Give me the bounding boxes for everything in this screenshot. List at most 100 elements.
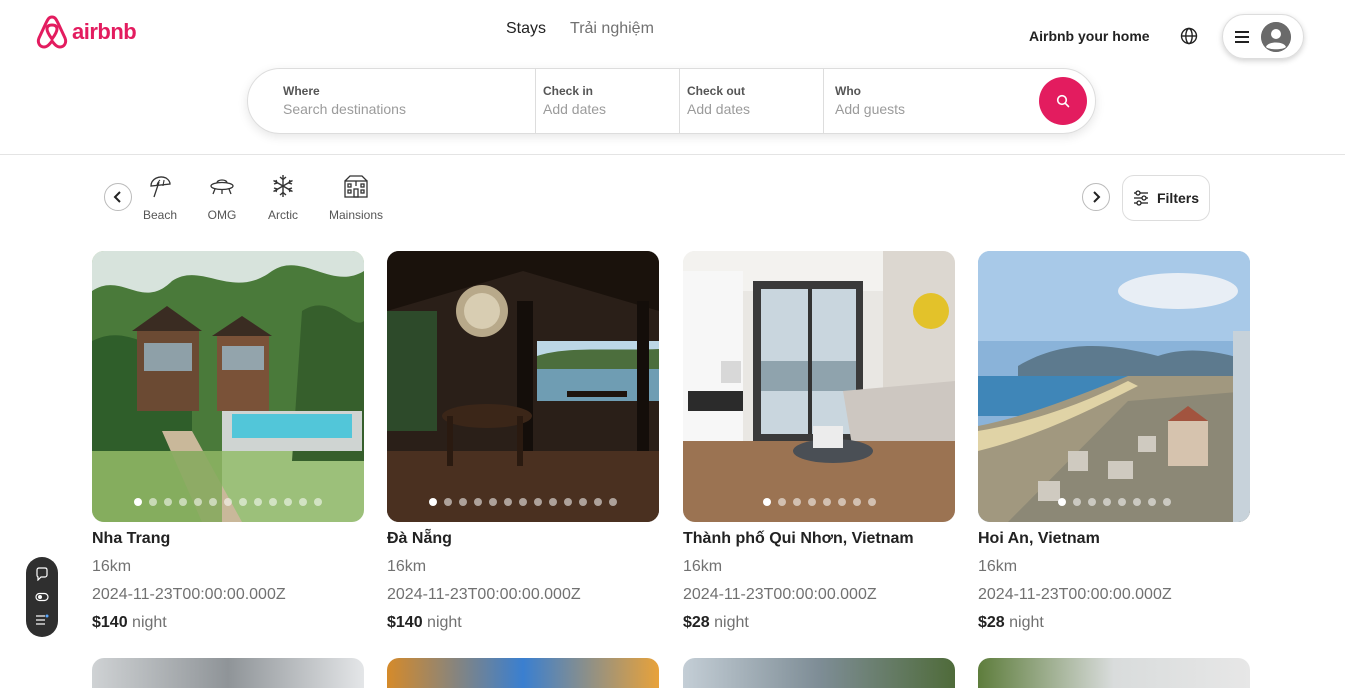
carousel-dot[interactable] — [609, 498, 617, 506]
listing-photo[interactable] — [92, 251, 364, 522]
listing-title: Đà Nẵng — [387, 530, 452, 547]
listing-price: $28 night — [978, 614, 1250, 632]
category-label: Arctic — [268, 208, 298, 222]
listing-photo[interactable] — [387, 251, 659, 522]
listing-date: 2024-11-23T00:00:00.000Z — [978, 586, 1172, 603]
carousel-dot[interactable] — [459, 498, 467, 506]
carousel-dot[interactable] — [444, 498, 452, 506]
carousel-dot[interactable] — [1087, 498, 1096, 506]
carousel-dot[interactable] — [777, 498, 786, 506]
carousel-dot[interactable] — [474, 498, 482, 506]
filters-button[interactable]: Filters — [1122, 175, 1210, 221]
listing-distance: 16km — [683, 558, 723, 575]
carousel-dot[interactable] — [299, 498, 307, 506]
carousel-dot[interactable] — [254, 498, 262, 506]
globe-icon[interactable] — [1180, 27, 1198, 45]
list-settings-icon[interactable] — [35, 613, 49, 627]
host-link[interactable]: Airbnb your home — [1029, 28, 1150, 44]
floating-toolbar — [26, 557, 58, 637]
brand-name: airbnb — [72, 19, 137, 44]
who-field[interactable]: Who Add guests — [835, 69, 1025, 133]
listing-card[interactable]: Thành phố Qui Nhơn, Vietnam 16km 2024-11… — [683, 251, 955, 632]
carousel-dot[interactable] — [239, 498, 247, 506]
carousel-dot[interactable] — [1072, 498, 1081, 506]
where-input[interactable]: Search destinations — [283, 101, 533, 117]
chat-icon[interactable] — [35, 567, 49, 582]
checkout-input[interactable]: Add dates — [687, 101, 822, 117]
carousel-dot[interactable] — [1162, 498, 1171, 506]
search-button[interactable] — [1039, 77, 1087, 125]
airbnb-logo[interactable]: airbnb — [36, 15, 137, 49]
carousel-dot[interactable] — [209, 498, 217, 506]
photo-carousel-dots — [92, 498, 364, 506]
category-beach[interactable]: Beach — [142, 173, 178, 222]
carousel-dot[interactable] — [1117, 498, 1126, 506]
listing-photo[interactable] — [978, 251, 1250, 522]
carousel-dot[interactable] — [534, 498, 542, 506]
carousel-dot[interactable] — [429, 498, 437, 506]
user-menu-button[interactable] — [1222, 14, 1304, 59]
who-input[interactable]: Add guests — [835, 101, 1025, 117]
carousel-dot[interactable] — [284, 498, 292, 506]
where-field[interactable]: Where Search destinations — [283, 69, 533, 133]
listing-photo-partial[interactable] — [92, 658, 364, 688]
carousel-dot[interactable] — [134, 498, 142, 506]
carousel-dot[interactable] — [489, 498, 497, 506]
listing-card[interactable]: Đà Nẵng 16km 2024-11-23T00:00:00.000Z $1… — [387, 251, 659, 632]
price-unit: night — [714, 614, 749, 631]
carousel-dot[interactable] — [822, 498, 831, 506]
categories-next-button[interactable] — [1082, 183, 1110, 211]
carousel-dot[interactable] — [269, 498, 277, 506]
category-mansions[interactable]: Mainsions — [328, 173, 384, 222]
checkout-label: Check out — [687, 84, 746, 98]
price-amount: $140 — [387, 614, 423, 631]
listing-photo-partial[interactable] — [978, 658, 1250, 688]
photo-carousel-dots — [683, 498, 955, 506]
listing-photo-partial[interactable] — [387, 658, 659, 688]
carousel-dot[interactable] — [164, 498, 172, 506]
carousel-dot[interactable] — [519, 498, 527, 506]
checkout-field[interactable]: Check out Add dates — [687, 69, 822, 133]
tab-stays[interactable]: Stays — [506, 20, 546, 38]
carousel-dot[interactable] — [314, 498, 322, 506]
carousel-dot[interactable] — [1102, 498, 1111, 506]
carousel-dot[interactable] — [579, 498, 587, 506]
carousel-dot[interactable] — [594, 498, 602, 506]
mansion-icon — [344, 175, 368, 198]
price-unit: night — [132, 614, 167, 631]
listing-photo[interactable] — [683, 251, 955, 522]
carousel-dot[interactable] — [564, 498, 572, 506]
tab-experiences[interactable]: Trải nghiệm — [570, 20, 654, 38]
listing-card[interactable]: Nha Trang 16km 2024-11-23T00:00:00.000Z … — [92, 251, 364, 632]
photo-carousel-dots — [387, 498, 659, 506]
snowflake-icon — [273, 175, 293, 197]
category-arctic[interactable]: Arctic — [267, 173, 299, 222]
listing-date: 2024-11-23T00:00:00.000Z — [387, 586, 581, 603]
carousel-dot[interactable] — [837, 498, 846, 506]
listing-photo-partial[interactable] — [683, 658, 955, 688]
carousel-dot[interactable] — [149, 498, 157, 506]
toggle-icon[interactable] — [35, 590, 49, 604]
checkin-field[interactable]: Check in Add dates — [543, 69, 678, 133]
carousel-dot[interactable] — [762, 498, 771, 506]
listing-card[interactable]: Hoi An, Vietnam 16km 2024-11-23T00:00:00… — [978, 251, 1250, 632]
carousel-dot[interactable] — [194, 498, 202, 506]
who-label: Who — [835, 84, 861, 98]
carousel-dot[interactable] — [224, 498, 232, 506]
carousel-dot[interactable] — [867, 498, 876, 506]
carousel-dot[interactable] — [504, 498, 512, 506]
category-label: Beach — [142, 208, 178, 222]
carousel-dot[interactable] — [792, 498, 801, 506]
category-omg[interactable]: OMG — [207, 173, 237, 222]
carousel-dot[interactable] — [1147, 498, 1156, 506]
carousel-dot[interactable] — [179, 498, 187, 506]
checkin-input[interactable]: Add dates — [543, 101, 678, 117]
carousel-dot[interactable] — [1132, 498, 1141, 506]
categories-prev-button[interactable] — [104, 183, 132, 211]
listing-distance: 16km — [978, 558, 1018, 575]
carousel-dot[interactable] — [852, 498, 861, 506]
carousel-dot[interactable] — [549, 498, 557, 506]
carousel-dot[interactable] — [807, 498, 816, 506]
price-unit: night — [427, 614, 462, 631]
carousel-dot[interactable] — [1057, 498, 1066, 506]
